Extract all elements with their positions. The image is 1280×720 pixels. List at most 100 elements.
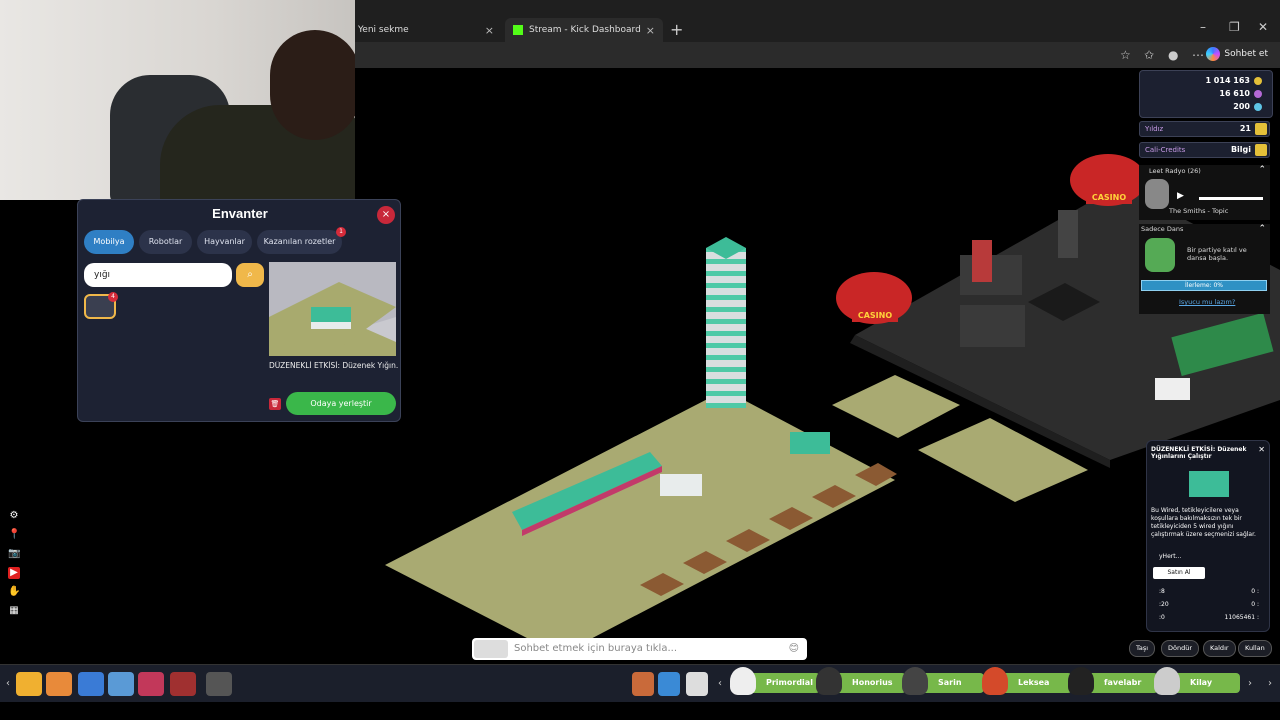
minimize-button[interactable]: –	[1200, 20, 1206, 34]
stat-right-0: 0 :	[1251, 588, 1259, 595]
friend-leksea[interactable]: Leksea	[982, 667, 1072, 695]
tab-pets[interactable]: Hayvanlar	[197, 230, 252, 254]
chevron-up-icon[interactable]: ⌃	[1258, 224, 1266, 234]
tab-furniture[interactable]: Mobilya	[84, 230, 134, 254]
preview-image	[269, 262, 396, 356]
avatar-icon[interactable]	[170, 672, 196, 696]
radio-widget: Leet Radyo (26) ⌃ ▶ The Smiths - Topic	[1139, 165, 1270, 220]
search-friends-icon[interactable]	[658, 672, 680, 696]
tab-kick-dashboard[interactable]: Stream - Kick Dashboard ×	[505, 18, 663, 42]
copilot-button[interactable]: Sohbet et	[1206, 47, 1268, 61]
close-window-button[interactable]: ✕	[1258, 20, 1268, 34]
help-link[interactable]: Isyucu mu lazım?	[1179, 298, 1235, 306]
radio-title: Leet Radyo (26)	[1149, 167, 1201, 175]
chat-style-selector[interactable]	[474, 640, 508, 658]
left-dock: ⚙ 📍 📷 ▶ ✋ ▦	[8, 510, 22, 624]
rotate-button[interactable]: Döndür	[1161, 640, 1200, 657]
star-icon[interactable]: ☆	[1120, 48, 1131, 62]
webcam-overlay	[0, 0, 355, 200]
pickup-button[interactable]: Kaldır	[1203, 640, 1236, 657]
item-count-badge: 4	[108, 292, 118, 302]
tab-badges[interactable]: Kazanılan rozetler 1	[257, 227, 346, 254]
camera-icon[interactable]	[206, 672, 232, 696]
more-icon[interactable]: ⋯	[1192, 48, 1204, 62]
chevron-left-icon[interactable]: ‹	[6, 678, 10, 689]
character-dark[interactable]	[1058, 210, 1078, 258]
gear-icon[interactable]: ⚙	[8, 510, 20, 522]
stat-right-2: 11065461 :	[1224, 614, 1259, 621]
hotel-icon[interactable]	[16, 672, 42, 696]
tab-label: Yeni sekme	[358, 25, 409, 35]
chevron-left-icon[interactable]: ‹	[718, 678, 722, 689]
inventory-slot[interactable]: 4	[84, 292, 118, 319]
shop-icon[interactable]	[108, 672, 134, 696]
search-input[interactable]: yığı	[84, 263, 232, 287]
buy-button[interactable]: Satın Al	[1153, 567, 1205, 579]
youtube-icon[interactable]: ▶	[8, 567, 20, 579]
duckets-icon	[1254, 89, 1262, 98]
character-red[interactable]	[972, 240, 992, 282]
friend-kilay[interactable]: Kilay	[1154, 667, 1240, 695]
card-table[interactable]	[1155, 378, 1190, 400]
chevron-up-icon[interactable]: ⌃	[1258, 165, 1266, 175]
friend-avatar	[816, 667, 842, 695]
credits-info-row[interactable]: Cali-Credits Bilgi	[1139, 142, 1270, 158]
friend-avatar	[1154, 667, 1180, 695]
dance-widget: Sadece Dans ⌃ Bir partiye katıl ve dansa…	[1139, 224, 1270, 314]
notes-icon[interactable]: ▦	[8, 605, 20, 617]
use-button[interactable]: Kullan	[1238, 640, 1272, 657]
new-tab-button[interactable]: +	[670, 20, 683, 39]
trash-icon[interactable]: 🗑	[269, 398, 281, 410]
friend-honorius[interactable]: Honorius	[816, 667, 906, 695]
casino-sign-text-right: CASINO	[1091, 193, 1127, 202]
friend-name: Primordial	[766, 678, 813, 687]
catalog-icon[interactable]	[78, 672, 104, 696]
profile-icon[interactable]: ●	[1168, 48, 1178, 62]
stack-tower[interactable]	[706, 237, 746, 408]
close-icon[interactable]: ×	[646, 24, 655, 37]
camera-icon[interactable]: 📷	[8, 548, 20, 560]
friends-icon[interactable]	[632, 672, 654, 696]
main-floor[interactable]	[385, 390, 895, 655]
chevron-right-icon[interactable]: ›	[1268, 678, 1272, 689]
chat-input[interactable]: Sohbet etmek için buraya tıkla... 😊	[472, 638, 807, 660]
move-button[interactable]: Taşı	[1129, 640, 1156, 657]
diamonds-value: 200	[1233, 102, 1250, 111]
chevron-right-icon[interactable]: ›	[1248, 678, 1252, 689]
friend-primordial[interactable]: Primordial	[730, 667, 820, 695]
star-icon	[1255, 123, 1267, 135]
pin-icon[interactable]: 📍	[8, 529, 20, 541]
shield-icon	[1255, 144, 1267, 156]
inventory-icon[interactable]	[138, 672, 164, 696]
sofa-2[interactable]	[960, 305, 1025, 347]
friend-favelabr[interactable]: favelabr	[1068, 667, 1158, 695]
friend-sarin[interactable]: Sarin	[902, 667, 984, 695]
favorites-icon[interactable]: ✩	[1144, 48, 1154, 62]
close-icon[interactable]: ×	[485, 24, 494, 37]
hand-icon[interactable]: ✋	[8, 586, 20, 598]
stack-block[interactable]	[790, 432, 830, 454]
maximize-button[interactable]: ❐	[1229, 20, 1240, 34]
volume-slider[interactable]	[1199, 197, 1263, 200]
search-button[interactable]: ⌕	[236, 263, 264, 287]
wired-owner: yHert...	[1159, 553, 1182, 560]
wired-title: DÜZENEKLİ ETKİSİ: Düzenek Yığınlarını Ça…	[1151, 446, 1247, 460]
place-in-room-button[interactable]: Odaya yerleştir	[286, 392, 396, 415]
wired-info-panel: DÜZENEKLİ ETKİSİ: Düzenek Yığınlarını Ça…	[1146, 440, 1270, 632]
tab-label: Stream - Kick Dashboard	[529, 25, 641, 35]
tab-new[interactable]: Yeni sekme ×	[350, 18, 502, 42]
close-button[interactable]: ×	[377, 206, 395, 224]
selected-furni[interactable]	[660, 474, 702, 496]
play-icon[interactable]: ▶	[1177, 191, 1184, 201]
copilot-label: Sohbet et	[1224, 49, 1268, 59]
friend-avatar	[1068, 667, 1094, 695]
close-icon[interactable]: ✕	[1258, 445, 1265, 454]
rooms-icon[interactable]	[46, 672, 72, 696]
stars-row[interactable]: Yıldız 21	[1139, 121, 1270, 137]
radio-track: The Smiths - Topic	[1169, 207, 1229, 215]
casino-sign-text-left: CASINO	[857, 311, 893, 320]
emoji-icon[interactable]: 😊	[789, 638, 799, 660]
tab-bots[interactable]: Robotlar	[139, 230, 192, 254]
credits-row: 1 014 163	[1205, 76, 1262, 85]
messenger-icon[interactable]	[686, 672, 708, 696]
